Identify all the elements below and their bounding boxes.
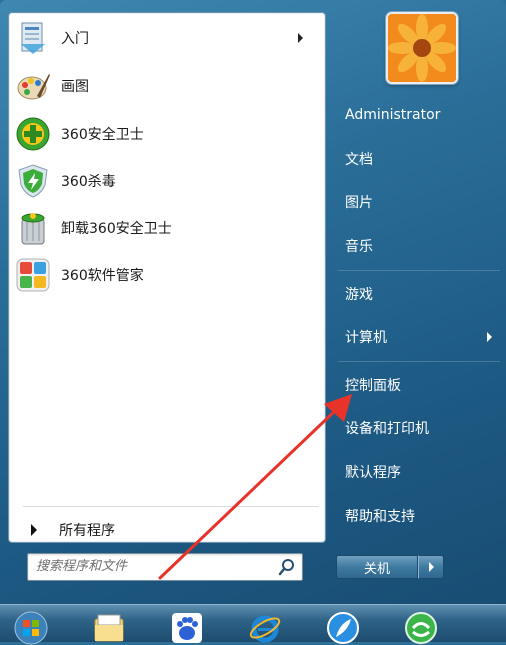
right-item-control-panel[interactable]: 控制面板 (336, 369, 502, 401)
program-paint[interactable]: 画图 (15, 65, 317, 107)
program-label: 卸载360安全卫士 (61, 221, 172, 237)
program-label: 入门 (61, 31, 89, 47)
search-icon[interactable] (278, 558, 296, 576)
program-360-safeguard[interactable]: 360安全卫士 (15, 113, 317, 155)
submenu-arrow-icon[interactable] (298, 33, 303, 43)
right-item-documents[interactable]: 文档 (336, 143, 502, 175)
shutdown-label: 关机 (363, 561, 390, 577)
getting-started-icon (15, 20, 51, 56)
flower-picture-icon (388, 14, 456, 82)
program-getting-started[interactable]: 入门 (15, 17, 317, 59)
shutdown-button[interactable]: 关机 (336, 555, 418, 579)
start-menu: 入门 画图 360安全卫士 360杀毒 卸载360安全卫士 360软件管家 所有… (0, 0, 506, 604)
program-360-software-manager[interactable]: 360软件管家 (15, 254, 317, 296)
search-box[interactable] (27, 553, 303, 581)
paint-palette-icon (15, 68, 51, 104)
right-item-label: 帮助和支持 (345, 509, 415, 525)
right-item-computer[interactable]: 计算机 (336, 321, 502, 353)
user-name-link[interactable]: Administrator (336, 99, 502, 131)
right-item-music[interactable]: 音乐 (336, 230, 502, 262)
chevron-right-icon (429, 562, 434, 572)
right-item-default-programs[interactable]: 默认程序 (336, 456, 502, 488)
right-item-help-support[interactable]: 帮助和支持 (336, 500, 502, 532)
program-label: 画图 (61, 79, 89, 95)
right-item-label: 计算机 (345, 330, 387, 346)
program-uninstall-360[interactable]: 卸载360安全卫士 (15, 207, 317, 249)
uninstall-trashcan-icon (15, 210, 51, 246)
green-circle-app-icon[interactable] (404, 611, 438, 645)
submenu-arrow-icon[interactable] (487, 332, 492, 342)
program-360-antivirus[interactable]: 360杀毒 (15, 160, 317, 202)
right-item-label: 控制面板 (345, 378, 401, 394)
expand-triangle-icon (31, 524, 37, 536)
all-programs-button[interactable]: 所有程序 (25, 513, 315, 547)
right-item-label: 文档 (345, 152, 373, 168)
windows-start-orb-icon[interactable] (14, 611, 48, 645)
360-software-manager-icon (15, 257, 51, 293)
right-item-label: 默认程序 (345, 465, 401, 481)
360-antivirus-shield-icon (15, 163, 51, 199)
user-avatar[interactable] (386, 12, 458, 84)
360-safeguard-icon (15, 116, 51, 152)
baidu-paw-icon[interactable] (170, 611, 204, 645)
right-item-games[interactable]: 游戏 (336, 278, 502, 310)
right-item-label: 设备和打印机 (345, 421, 429, 437)
feather-app-icon[interactable] (326, 611, 360, 645)
taskbar (0, 604, 506, 645)
programs-pane: 入门 画图 360安全卫士 360杀毒 卸载360安全卫士 360软件管家 所有… (8, 12, 326, 543)
separator (338, 361, 500, 362)
right-item-devices-printers[interactable]: 设备和打印机 (336, 412, 502, 444)
internet-explorer-icon[interactable] (248, 611, 282, 645)
shutdown-options-button[interactable] (418, 555, 444, 579)
right-item-label: 图片 (345, 195, 373, 211)
right-item-label: 游戏 (345, 287, 373, 303)
program-label: 360安全卫士 (61, 127, 144, 143)
right-item-pictures[interactable]: 图片 (336, 186, 502, 218)
program-label: 360软件管家 (61, 268, 144, 284)
program-label: 360杀毒 (61, 174, 116, 190)
file-explorer-icon[interactable] (92, 611, 126, 645)
user-name-label: Administrator (345, 107, 441, 123)
right-item-label: 音乐 (345, 239, 373, 255)
search-input[interactable] (28, 554, 272, 578)
all-programs-label: 所有程序 (59, 523, 115, 539)
separator (23, 506, 319, 507)
separator (338, 270, 500, 271)
